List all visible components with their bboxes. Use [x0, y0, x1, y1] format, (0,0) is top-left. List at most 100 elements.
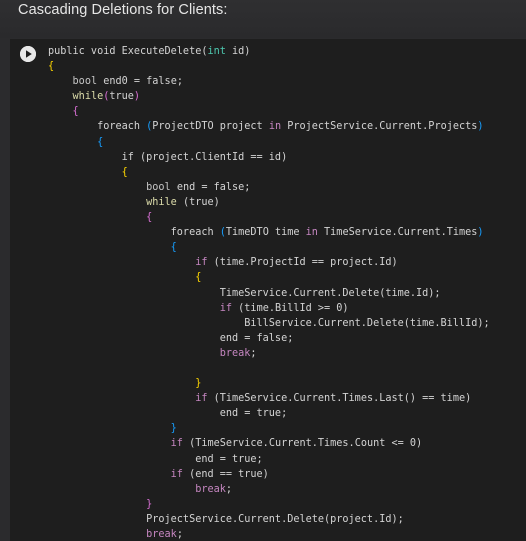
code-token: (time.BillId >= 0) — [232, 302, 349, 314]
code-line: if (end == true) — [48, 467, 490, 482]
code-token: while — [146, 196, 177, 208]
code-token: (TimeService.Current.Times.Count <= 0) — [182, 438, 423, 450]
code-line: ProjectService.Current.Delete(project.Id… — [48, 512, 490, 527]
code-token: (time.ProjectId == project.Id) — [207, 257, 398, 269]
code-token: in — [268, 121, 282, 133]
run-cell-button[interactable] — [20, 46, 36, 62]
code-token: BillService.Current.Delete(time.BillId); — [48, 317, 490, 329]
code-line: TimeService.Current.Delete(time.Id); — [48, 286, 490, 301]
code-editor[interactable]: public void ExecuteDelete(int id) { bool … — [43, 39, 526, 541]
code-token: while — [72, 91, 104, 103]
code-token: end = true; — [48, 408, 288, 420]
code-line: public void ExecuteDelete(int id) — [48, 44, 490, 59]
code-token: { — [48, 61, 55, 73]
code-line: { — [48, 210, 490, 225]
code-lines: public void ExecuteDelete(int id) { bool … — [48, 44, 490, 541]
code-line: break; — [48, 527, 490, 541]
code-token: foreach — [48, 227, 220, 239]
code-line: while(true) — [48, 89, 490, 104]
code-line: bool end0 = false; — [48, 74, 490, 89]
code-token: ) — [133, 91, 141, 103]
code-line: } — [48, 497, 490, 512]
cell-gutter — [10, 39, 43, 541]
code-line: if (TimeService.Current.Times.Last() == … — [48, 391, 490, 406]
code-line: { — [48, 135, 490, 150]
code-line: end = false; — [48, 331, 490, 346]
code-token: ; — [176, 529, 183, 540]
code-token: end = false; — [48, 332, 294, 344]
code-token: ProjectService.Current.Delete(project.Id… — [48, 513, 404, 525]
code-token: ; — [250, 347, 257, 359]
code-line: while (true) — [48, 195, 490, 210]
code-token: ProjectDTO project — [152, 121, 269, 133]
code-token: { — [121, 166, 128, 178]
code-token: TimeService.Current.Times — [317, 227, 478, 239]
code-token: if — [170, 438, 183, 450]
code-token: ProjectService.Current.Projects — [281, 121, 478, 133]
code-token: public void ExecuteDelete( — [48, 46, 208, 57]
code-token: end = true; — [48, 453, 263, 465]
code-token: bool — [146, 181, 171, 193]
code-token: (end == true) — [182, 468, 269, 480]
code-token: if — [170, 468, 183, 480]
code-token: { — [72, 106, 79, 118]
code-token: bool — [72, 76, 98, 88]
code-token: break — [219, 347, 251, 359]
code-token: end0 = false; — [97, 76, 183, 88]
code-token: if — [195, 257, 208, 269]
code-line: if (time.BillId >= 0) — [48, 301, 490, 316]
code-line: if (project.ClientId == id) — [48, 150, 490, 165]
code-token: { — [146, 212, 153, 224]
code-token: { — [170, 242, 177, 254]
code-line: { — [48, 104, 490, 119]
code-line: { — [48, 240, 490, 255]
code-token: break — [195, 483, 226, 495]
code-token: (TimeService.Current.Times.Last() == tim… — [207, 393, 472, 405]
code-line: end = true; — [48, 452, 490, 467]
code-line: BillService.Current.Delete(time.BillId); — [48, 316, 490, 331]
play-icon — [20, 46, 36, 62]
code-line: if (time.ProjectId == project.Id) — [48, 255, 490, 270]
code-cell[interactable]: public void ExecuteDelete(int id) { bool … — [10, 39, 526, 541]
code-line: foreach (ProjectDTO project in ProjectSe… — [48, 119, 490, 134]
code-line: break; — [48, 346, 490, 361]
code-line: } — [48, 421, 490, 436]
code-line: { — [48, 270, 490, 285]
code-token: in — [305, 227, 318, 239]
code-token: } — [195, 378, 202, 390]
code-token: { — [195, 272, 202, 284]
code-line: break; — [48, 482, 490, 497]
notebook-page: Cascading Deletions for Clients: public … — [0, 0, 526, 541]
code-token: int — [207, 46, 226, 57]
code-token: break — [146, 529, 177, 540]
code-token: TimeService.Current.Delete(time.Id); — [48, 287, 441, 299]
code-token: end = false; — [170, 181, 251, 193]
code-line: { — [48, 165, 490, 180]
code-token: if — [195, 393, 208, 405]
code-line: } — [48, 376, 490, 391]
code-token: } — [170, 423, 177, 435]
code-line: { — [48, 59, 490, 74]
code-token: if (project.ClientId == id) — [48, 151, 288, 163]
code-token: true — [109, 91, 134, 103]
section-heading: Cascading Deletions for Clients: — [18, 2, 228, 18]
code-token: if — [219, 302, 233, 314]
